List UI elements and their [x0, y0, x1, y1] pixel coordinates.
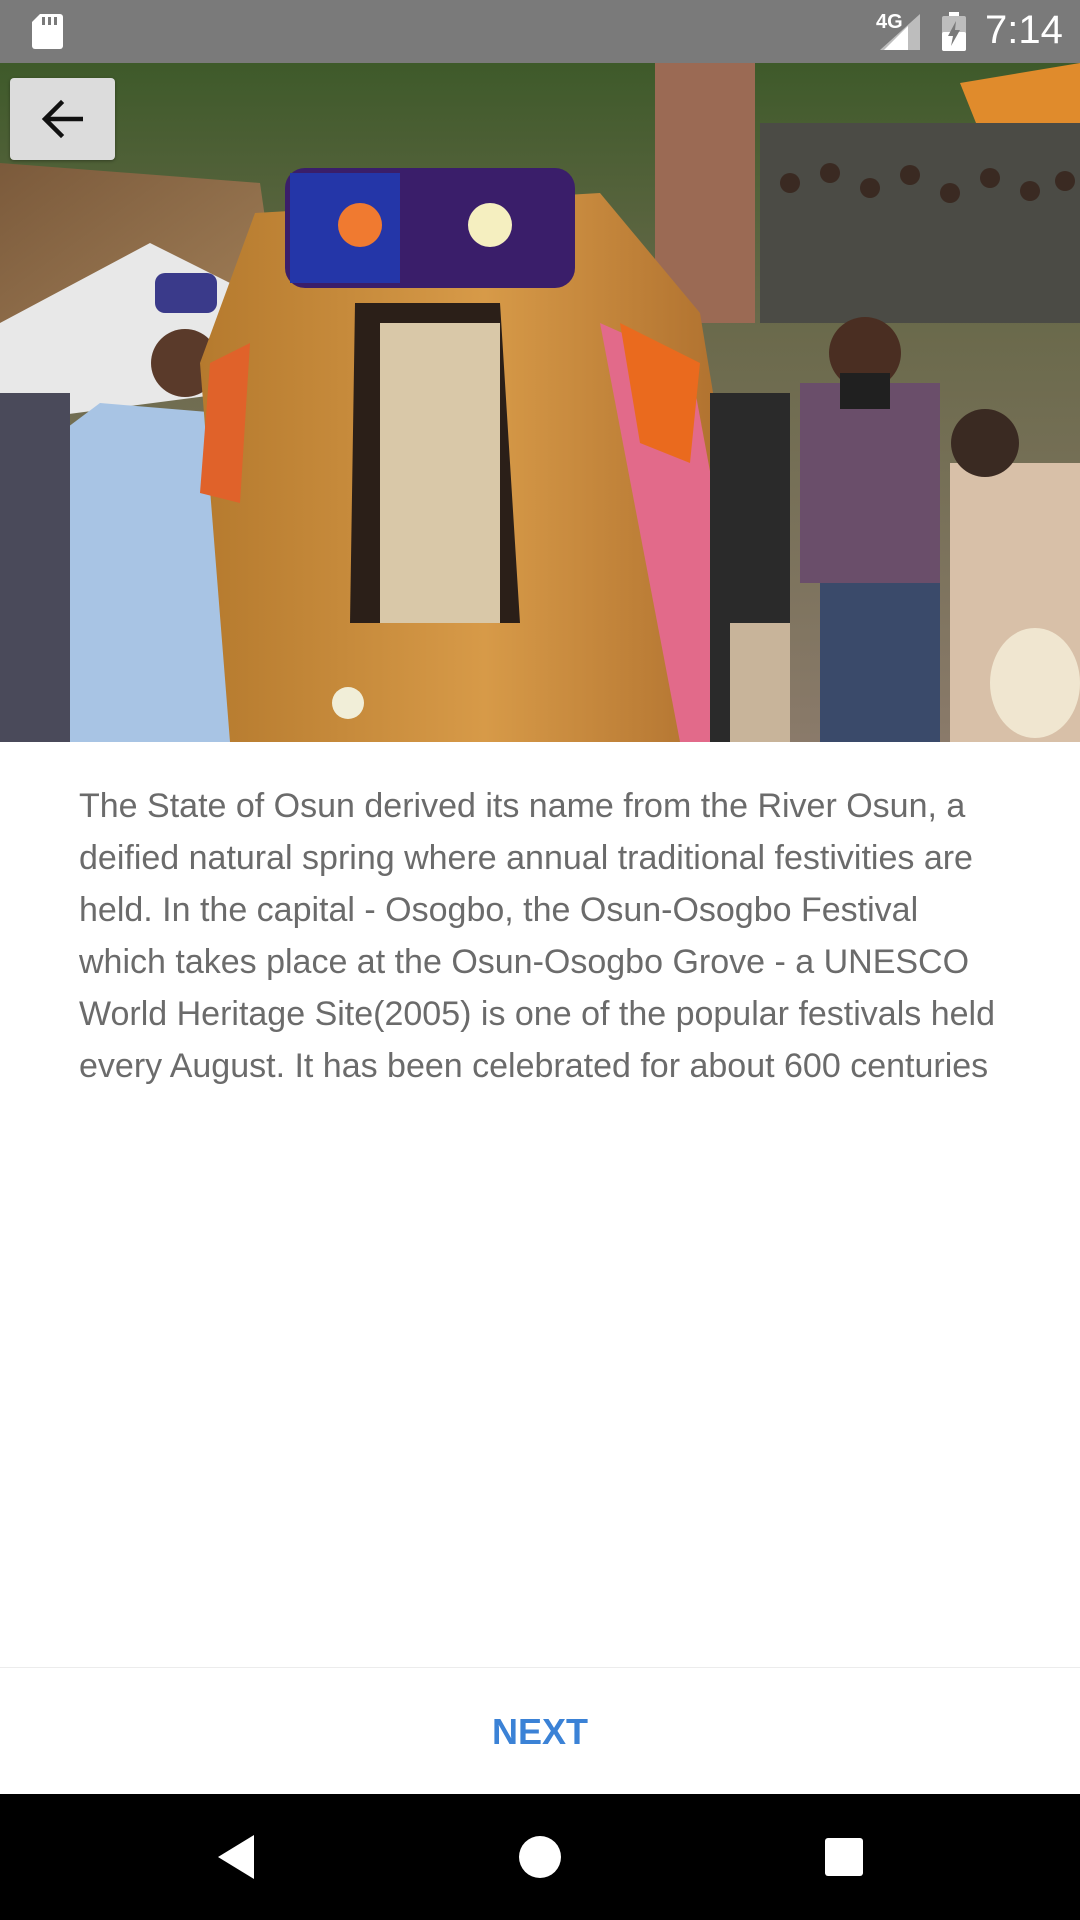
- footer-divider: [0, 1667, 1080, 1668]
- arrow-left-icon: [41, 99, 83, 139]
- clock: 7:14: [985, 8, 1063, 52]
- nav-back-icon: [218, 1835, 254, 1879]
- navigation-bar: [0, 1794, 1080, 1920]
- status-bar: 4G 7:14: [0, 0, 1080, 63]
- back-button[interactable]: [10, 78, 115, 160]
- sd-card-icon: [32, 14, 63, 49]
- description-text: The State of Osun derived its name from …: [79, 787, 995, 1085]
- next-button[interactable]: NEXT: [440, 1700, 640, 1764]
- nav-recents-icon: [825, 1838, 863, 1876]
- battery-icon: [942, 12, 966, 51]
- nav-home-icon: [519, 1836, 561, 1878]
- nav-back-button[interactable]: [176, 1794, 296, 1920]
- nav-recents-button[interactable]: [784, 1794, 904, 1920]
- nav-home-button[interactable]: [480, 1794, 600, 1920]
- festival-photo: [0, 63, 1080, 742]
- signal-icon: [880, 14, 920, 50]
